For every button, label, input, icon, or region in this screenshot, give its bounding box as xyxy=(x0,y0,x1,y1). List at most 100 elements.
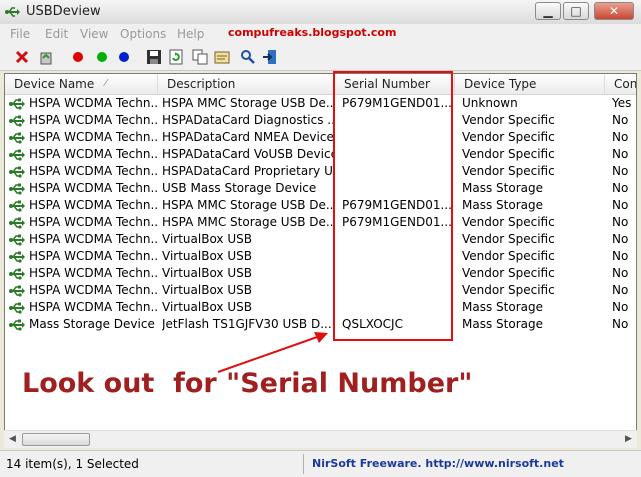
cell-type: Mass Storage xyxy=(462,198,543,212)
cell-desc: USB Mass Storage Device xyxy=(162,181,317,195)
menu-view[interactable]: View xyxy=(80,27,108,41)
scroll-right-icon[interactable]: ▶ xyxy=(620,431,637,448)
cell-desc: HSPADataCard VoUSB Device xyxy=(162,147,334,161)
scroll-left-icon[interactable]: ◀ xyxy=(4,431,21,448)
table-row[interactable]: HSPA WCDMA Techn... VirtualBox USB Vendor … xyxy=(5,231,636,248)
scroll-thumb[interactable] xyxy=(22,433,90,446)
close-button[interactable]: ✕ xyxy=(594,2,634,20)
table-row[interactable]: HSPA WCDMA Techn... VirtualBox USB Vendor … xyxy=(5,265,636,282)
table-row[interactable]: HSPA WCDMA Techn... VirtualBox USB Mass St… xyxy=(5,299,636,316)
menu-options[interactable]: Options xyxy=(120,27,166,41)
cell-desc: HSPADataCard Diagnostics ... xyxy=(162,113,334,127)
column-connected[interactable]: Con xyxy=(605,74,637,94)
red-dot-icon[interactable] xyxy=(70,49,86,65)
usb-device-icon xyxy=(9,217,25,229)
table-row[interactable]: HSPA WCDMA Techn... HSPA MMC Storage USB … xyxy=(5,214,636,231)
usb-device-icon xyxy=(9,268,25,280)
save-icon[interactable] xyxy=(146,49,162,65)
column-header-bar: Device Name ⁄ Description Serial Number … xyxy=(5,74,637,95)
menu-edit[interactable]: Edit xyxy=(45,27,68,41)
blog-watermark: compufreaks.blogspot.com xyxy=(228,26,397,39)
cell-name: HSPA WCDMA Techn... xyxy=(29,147,157,161)
blue-dot-icon[interactable] xyxy=(116,49,132,65)
usb-app-icon xyxy=(5,7,20,17)
cell-name: HSPA WCDMA Techn... xyxy=(29,198,157,212)
cell-type: Mass Storage xyxy=(462,300,543,314)
cell-type: Vendor Specific xyxy=(462,232,555,246)
cell-con: No xyxy=(612,215,629,229)
usb-device-icon xyxy=(9,166,25,178)
cell-type: Vendor Specific xyxy=(462,164,555,178)
cell-type: Mass Storage xyxy=(462,181,543,195)
usb-device-icon xyxy=(9,302,25,314)
maximize-button[interactable]: □ xyxy=(563,2,589,20)
cell-type: Vendor Specific xyxy=(462,266,555,280)
green-dot-icon[interactable] xyxy=(94,49,110,65)
properties-icon[interactable] xyxy=(214,49,230,65)
column-description[interactable]: Description xyxy=(158,74,335,94)
cell-con: No xyxy=(612,283,629,297)
status-nirsoft-link[interactable]: NirSoft Freeware. http://www.nirsoft.net xyxy=(312,457,564,470)
cell-con: No xyxy=(612,232,629,246)
column-label: Description xyxy=(167,77,236,91)
cell-desc: VirtualBox USB xyxy=(162,232,252,246)
column-label: Con xyxy=(614,77,637,91)
exit-icon[interactable] xyxy=(262,49,278,65)
cell-name: HSPA WCDMA Techn... xyxy=(29,249,157,263)
usb-device-icon xyxy=(9,319,25,331)
delete-icon[interactable] xyxy=(14,49,30,65)
cell-desc: VirtualBox USB xyxy=(162,266,252,280)
usb-device-icon xyxy=(9,251,25,263)
cell-desc: VirtualBox USB xyxy=(162,249,252,263)
serial-number-highlight-box xyxy=(333,71,453,341)
cell-name: HSPA WCDMA Techn... xyxy=(29,215,157,229)
cell-con: No xyxy=(612,249,629,263)
column-device-name[interactable]: Device Name ⁄ xyxy=(5,74,158,94)
menu-file[interactable]: File xyxy=(10,27,30,41)
usb-device-icon xyxy=(9,132,25,144)
cell-desc: HSPA MMC Storage USB De... xyxy=(162,215,334,229)
cell-con: Yes xyxy=(612,96,632,110)
table-row[interactable]: HSPA WCDMA Techn... HSPADataCard NMEA Dev… xyxy=(5,129,636,146)
cell-con: No xyxy=(612,198,629,212)
table-row[interactable]: HSPA WCDMA Techn... HSPADataCard Propriet… xyxy=(5,163,636,180)
table-row[interactable]: HSPA WCDMA Techn... VirtualBox USB Vendor … xyxy=(5,248,636,265)
copy-icon[interactable] xyxy=(192,49,208,65)
cell-name: HSPA WCDMA Techn... xyxy=(29,113,157,127)
column-device-type[interactable]: Device Type xyxy=(455,74,605,94)
cell-type: Vendor Specific xyxy=(462,113,555,127)
title-bar: USBDeview ▁ □ ✕ xyxy=(0,0,641,25)
cell-desc: HSPADataCard NMEA Device xyxy=(162,130,334,144)
usb-device-icon xyxy=(9,285,25,297)
usb-device-icon xyxy=(9,200,25,212)
table-row[interactable]: HSPA WCDMA Techn... HSPADataCard VoUSB De… xyxy=(5,146,636,163)
cell-type: Mass Storage xyxy=(462,317,543,331)
cell-con: No xyxy=(612,130,629,144)
status-bar: 14 item(s), 1 Selected NirSoft Freeware.… xyxy=(0,450,641,477)
sort-indicator-icon: ⁄ xyxy=(105,78,107,89)
table-row[interactable]: HSPA WCDMA Techn... HSPA MMC Storage USB … xyxy=(5,197,636,214)
table-row[interactable]: HSPA WCDMA Techn... HSPA MMC Storage USB … xyxy=(5,95,636,112)
cell-type: Vendor Specific xyxy=(462,249,555,263)
refresh-icon[interactable] xyxy=(168,49,184,65)
cell-name: HSPA WCDMA Techn... xyxy=(29,181,157,195)
cell-desc: VirtualBox USB xyxy=(162,283,252,297)
minimize-button[interactable]: ▁ xyxy=(535,2,561,20)
recycle-icon[interactable] xyxy=(38,49,54,65)
table-row[interactable]: HSPA WCDMA Techn... VirtualBox USB Vendor … xyxy=(5,282,636,299)
cell-name: HSPA WCDMA Techn... xyxy=(29,283,157,297)
table-row[interactable]: HSPA WCDMA Techn... USB Mass Storage Devi… xyxy=(5,180,636,197)
horizontal-scrollbar[interactable]: ◀ ▶ xyxy=(4,430,637,448)
cell-con: No xyxy=(612,164,629,178)
find-icon[interactable] xyxy=(240,49,256,65)
usb-device-icon xyxy=(9,183,25,195)
usbdeview-window: USBDeview ▁ □ ✕ File Edit View Options H… xyxy=(0,0,641,477)
cell-type: Vendor Specific xyxy=(462,130,555,144)
table-row[interactable]: HSPA WCDMA Techn... HSPADataCard Diagnost… xyxy=(5,112,636,129)
menu-help[interactable]: Help xyxy=(177,27,204,41)
cell-name: HSPA WCDMA Techn... xyxy=(29,300,157,314)
table-row[interactable]: Mass Storage Device JetFlash TS1GJFV30 US… xyxy=(5,316,636,333)
cell-name: HSPA WCDMA Techn... xyxy=(29,164,157,178)
cell-desc: HSPADataCard Proprietary U... xyxy=(162,164,334,178)
window-title: USBDeview xyxy=(26,4,101,19)
